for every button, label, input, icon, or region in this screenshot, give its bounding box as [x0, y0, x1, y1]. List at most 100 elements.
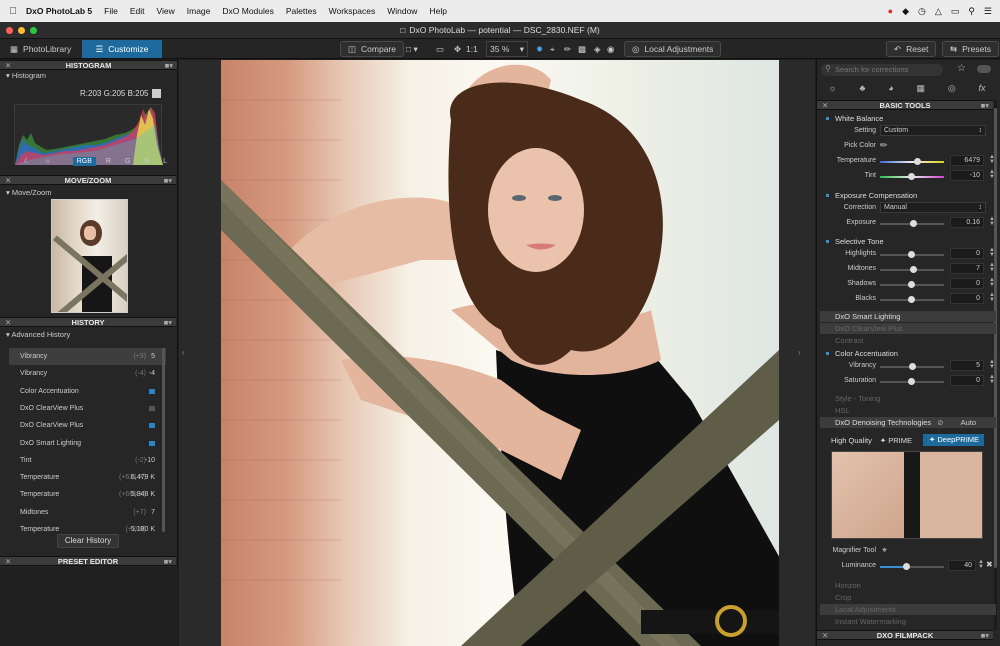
close-icon[interactable]: ✕	[5, 557, 11, 567]
histogram-header[interactable]: ✕ HISTOGRAM ■▾	[0, 60, 177, 70]
eye-icon[interactable]: ◉	[607, 41, 614, 57]
mode-deepprime[interactable]: ✦ DeepPRIME	[923, 434, 984, 446]
style-toning-section[interactable]: Style - Toning	[820, 393, 996, 404]
menu-item-dxo-modules[interactable]: DxO Modules	[222, 6, 274, 16]
reset-button[interactable]: ↶ Reset	[886, 41, 937, 57]
zoom-select[interactable]: 35 % ▾	[486, 41, 528, 57]
moon-icon[interactable]: ☾	[20, 156, 34, 166]
control-center-icon[interactable]: ☰	[984, 6, 992, 17]
stepper-icon[interactable]: ▲ ▼	[989, 374, 995, 385]
menu-app[interactable]: DxO PhotoLab 5	[26, 6, 92, 16]
tab-customize[interactable]: ☰ Customize	[82, 40, 162, 58]
horizon-section[interactable]: Horizon	[820, 580, 996, 591]
history-item[interactable]: Temperature (+631 K) 6,479 K	[9, 469, 166, 486]
notification-icon[interactable]: ●	[888, 6, 893, 16]
clearview-section[interactable]: DxO ClearView Plus	[820, 323, 996, 334]
history-checkbox[interactable]	[149, 423, 155, 429]
collapse-left-icon[interactable]: ‹	[182, 348, 185, 357]
white-balance-section[interactable]: White Balance	[820, 113, 996, 124]
filmpack-header[interactable]: ✕ DXO FILMPACK ■▾	[817, 630, 993, 640]
menu-item-file[interactable]: File	[104, 6, 118, 16]
saturation-knob[interactable]	[908, 378, 915, 385]
history-item[interactable]: Midtones (+7) 7	[9, 504, 166, 521]
close-icon[interactable]: ✕	[822, 631, 828, 641]
stepper-icon[interactable]: ▲ ▼	[978, 559, 984, 570]
history-item[interactable]: Vibrancy (+9) 5	[9, 348, 166, 365]
panel-menu-icon[interactable]: ■▾	[165, 61, 173, 71]
temperature-knob[interactable]	[914, 158, 921, 165]
history-checkbox[interactable]	[149, 405, 155, 411]
close-window-button[interactable]	[6, 27, 13, 34]
correction-select[interactable]: Manual ↕	[880, 202, 986, 213]
color-tab-icon[interactable]: ♣	[859, 83, 865, 93]
eye-off-icon[interactable]: ⊘	[937, 418, 943, 427]
star-icon[interactable]: ☆	[957, 63, 966, 74]
histogram-subheader[interactable]: ▾ Histogram	[0, 70, 177, 82]
light-tab-icon[interactable]: ☼	[828, 83, 836, 93]
redeye-icon[interactable]: ▩	[578, 41, 586, 57]
close-icon[interactable]: ✕	[822, 101, 828, 111]
stepper-icon[interactable]: ▲ ▼	[989, 262, 995, 273]
wifi-icon[interactable]: △	[935, 6, 942, 17]
wb-setting-select[interactable]: Custom ↕	[880, 125, 986, 136]
saturation-value[interactable]: 0	[950, 375, 984, 386]
stepper-icon[interactable]: ▲ ▼	[989, 169, 995, 180]
watermark-section[interactable]: Instant Watermarking	[820, 616, 996, 627]
search-icon[interactable]: ⚲	[968, 6, 975, 17]
color-accent-section[interactable]: Color Accentuation	[820, 348, 996, 359]
menu-item-palettes[interactable]: Palettes	[286, 6, 317, 16]
history-scrollbar[interactable]	[162, 348, 165, 532]
history-checkbox[interactable]	[149, 440, 155, 446]
sun-icon[interactable]: ☼	[40, 157, 54, 166]
channel-rgb[interactable]: RGB	[72, 156, 96, 166]
menu-item-window[interactable]: Window	[387, 6, 417, 16]
tools-icon[interactable]: ✖	[986, 560, 993, 569]
temperature-slider[interactable]	[880, 161, 944, 163]
luminance-knob[interactable]	[903, 563, 910, 570]
history-header[interactable]: ✕ HISTORY ■▾	[0, 317, 176, 327]
detail-tab-icon[interactable]: ◕	[888, 83, 893, 93]
corrections-search-input[interactable]: Search for corrections	[821, 64, 943, 76]
panel-menu-icon[interactable]: ■▾	[164, 176, 172, 186]
geometry-tab-icon[interactable]: ▦	[916, 83, 925, 94]
selective-tone-section[interactable]: Selective Tone	[820, 236, 996, 247]
close-icon[interactable]: ✕	[5, 61, 11, 71]
watermark-tab-icon[interactable]: ◎	[948, 83, 956, 94]
blacks-value[interactable]: 0	[950, 293, 984, 304]
collapse-right-icon[interactable]: ›	[798, 348, 801, 357]
denoise-auto-label[interactable]: Auto	[961, 418, 976, 427]
navigator-thumbnail[interactable]	[51, 199, 128, 313]
vibrancy-knob[interactable]	[909, 363, 916, 370]
compare-button[interactable]: ◫ Compare	[340, 41, 404, 57]
channel-l[interactable]: L	[159, 157, 171, 166]
panel-menu-icon[interactable]: ■▾	[164, 318, 172, 328]
mode-prime[interactable]: ✦ PRIME	[880, 436, 912, 445]
stepper-icon[interactable]: ▲ ▼	[989, 359, 995, 370]
fit-view-icon[interactable]: ▭	[436, 41, 444, 57]
photo-canvas[interactable]	[221, 60, 779, 646]
vibrancy-value[interactable]: 5	[950, 360, 984, 371]
tint-value[interactable]: -10	[950, 170, 984, 181]
image-viewer[interactable]: ‹ ›	[179, 60, 815, 646]
history-item[interactable]: Vibrancy (-4) -4	[9, 365, 166, 382]
tab-photolibrary[interactable]: ▦ PhotoLibrary	[0, 40, 81, 58]
panel-menu-icon[interactable]: ■▾	[981, 101, 989, 111]
clock-icon[interactable]: ◷	[918, 6, 926, 17]
channel-r[interactable]: R	[102, 157, 115, 166]
menu-item-image[interactable]: Image	[187, 6, 211, 16]
channel-b[interactable]: B	[140, 157, 153, 166]
history-item[interactable]: DxO ClearView Plus	[9, 400, 166, 417]
movezoom-header[interactable]: ✕ MOVE/ZOOM ■▾	[0, 175, 176, 185]
mode-high-quality[interactable]: High Quality	[831, 436, 872, 445]
move-icon[interactable]: ✥	[454, 41, 461, 57]
blacks-knob[interactable]	[908, 296, 915, 303]
exposure-knob[interactable]	[910, 220, 917, 227]
history-checkbox[interactable]	[149, 388, 155, 394]
luminance-value[interactable]: 40	[948, 560, 976, 571]
stepper-icon[interactable]: ▲ ▼	[989, 247, 995, 258]
presets-button[interactable]: ⇆ Presets	[942, 41, 999, 57]
shadows-value[interactable]: 0	[950, 278, 984, 289]
stepper-icon[interactable]: ▲ ▼	[989, 277, 995, 288]
zoom-fit-button[interactable]: 1:1	[466, 41, 478, 57]
minimize-window-button[interactable]	[18, 27, 25, 34]
